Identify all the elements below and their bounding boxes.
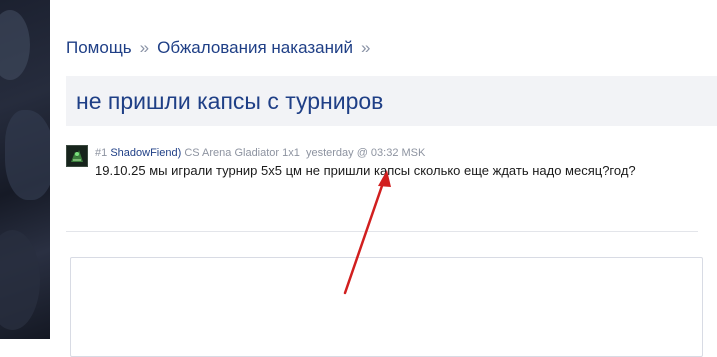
reply-editor[interactable] xyxy=(70,257,703,357)
post-body: 19.10.25 мы играли турнир 5x5 цм не приш… xyxy=(95,163,636,178)
breadcrumb-separator: » xyxy=(360,38,371,57)
breadcrumb-separator: » xyxy=(139,38,150,57)
post-timestamp: yesterday @ 03:32 MSK xyxy=(305,147,426,159)
post-number[interactable]: #1 xyxy=(95,147,107,159)
user-avatar-icon[interactable] xyxy=(66,145,88,167)
topic-title: не пришли капсы с турниров xyxy=(76,88,384,114)
post-meta: #1 ShadowFiend) CS Arena Gladiator 1x1 y… xyxy=(95,147,425,159)
divider xyxy=(66,231,698,232)
background-side-art xyxy=(0,0,50,339)
topic-title-bar: не пришли капсы с турниров xyxy=(66,76,717,126)
post-author-link[interactable]: ShadowFiend) xyxy=(110,147,181,159)
breadcrumb-link-appeals[interactable]: Обжалования наказаний xyxy=(157,38,353,57)
user-title: CS Arena Gladiator 1x1 xyxy=(184,147,300,159)
breadcrumb-link-help[interactable]: Помощь xyxy=(66,38,132,57)
breadcrumb: Помощь » Обжалования наказаний » xyxy=(66,38,378,58)
